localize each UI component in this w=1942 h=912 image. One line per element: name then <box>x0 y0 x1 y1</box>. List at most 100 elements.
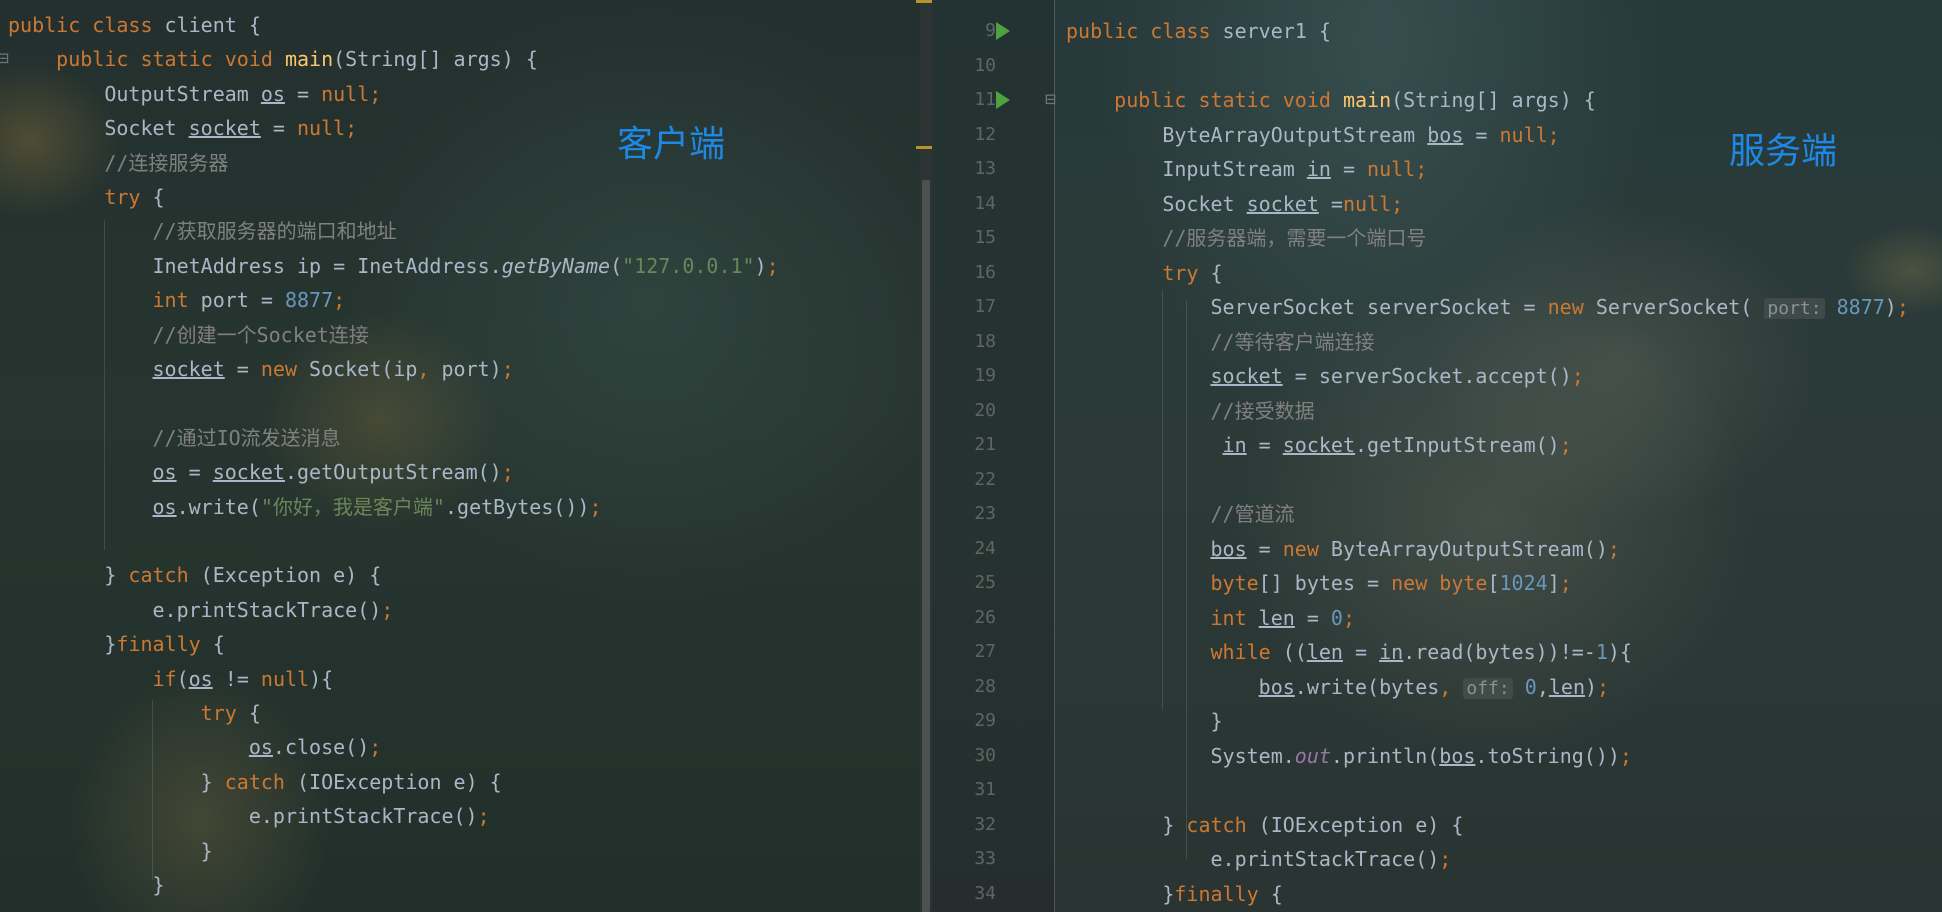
code-token: os <box>248 735 273 760</box>
code-line[interactable]: bos.write(bytes, off: 0,len); <box>1066 670 1609 704</box>
client-editor-pane[interactable]: public class client { public static void… <box>0 0 920 912</box>
code-line[interactable]: socket = new Socket(ip, port); <box>8 352 514 386</box>
code-line[interactable]: //通过IO流发送消息 <box>8 421 340 455</box>
code-token: //接受数据 <box>1066 398 1315 423</box>
server-editor-pane[interactable]: public class server1 { public static voi… <box>932 0 1942 912</box>
code-token: int <box>152 288 201 313</box>
code-line[interactable]: } <box>8 868 164 902</box>
code-token: //服务器端，需要一个端口号 <box>1066 226 1427 250</box>
code-line[interactable]: if(os != null){ <box>8 662 334 696</box>
code-line[interactable]: int len = 0; <box>1066 601 1356 635</box>
code-line[interactable]: public class server1 { <box>1066 14 1331 48</box>
code-line[interactable]: os.close(); <box>8 730 381 764</box>
run-gutter-icon[interactable] <box>996 22 1010 40</box>
code-token: os <box>188 666 213 691</box>
code-line[interactable]: } catch (IOException e) { <box>1066 808 1463 842</box>
code-line[interactable]: //管道流 <box>1066 497 1294 531</box>
code-line[interactable]: } <box>1066 704 1223 738</box>
code-token: ; <box>381 597 394 622</box>
code-line[interactable]: try { <box>8 696 261 730</box>
server-label: 服务端 <box>1729 131 1838 172</box>
code-line[interactable]: while ((len = in.read(bytes))!=-1){ <box>1066 635 1632 669</box>
line-number: 11 <box>974 89 996 110</box>
code-line[interactable]: } <box>8 834 213 868</box>
code-line[interactable]: ByteArrayOutputStream bos = null; <box>1066 118 1559 152</box>
code-line[interactable]: }finally { <box>8 627 224 661</box>
error-stripe-marker[interactable] <box>916 146 932 149</box>
code-token: ServerSocket( <box>1595 295 1765 319</box>
code-line[interactable]: //连接服务器 <box>8 146 228 180</box>
line-number: 17 <box>974 296 996 317</box>
code-line[interactable]: int port = 8877; <box>8 283 346 317</box>
code-line[interactable]: e.printStackTrace(); <box>8 593 393 627</box>
code-line[interactable]: OutputStream os = null; <box>8 77 381 111</box>
code-line[interactable]: //获取服务器的端口和地址 <box>8 214 396 248</box>
fold-marker-icon[interactable]: ⊟ <box>0 42 9 76</box>
run-gutter-icon[interactable] <box>996 91 1010 109</box>
code-token: ; <box>1559 571 1572 595</box>
code-line[interactable]: Socket socket = null; <box>8 111 357 145</box>
code-token: socket <box>152 357 225 381</box>
code-line[interactable]: try { <box>1066 256 1222 290</box>
code-line[interactable]: socket = serverSocket.accept(); <box>1066 359 1584 393</box>
parameter-hint: off: <box>1463 677 1513 699</box>
client-label: 客户端 <box>617 124 726 165</box>
code-token: null <box>1342 191 1392 216</box>
code-token: Socket <box>1066 191 1247 216</box>
code-token: bos <box>1427 122 1464 147</box>
code-line[interactable]: } catch (Exception e) { <box>8 558 381 592</box>
code-token: { <box>248 701 261 725</box>
code-token: try <box>1162 260 1211 285</box>
code-token: os <box>260 81 285 106</box>
code-token: = <box>1318 191 1343 216</box>
code-line[interactable]: //等待客户端连接 <box>1066 325 1374 359</box>
code-line[interactable]: e.printStackTrace(); <box>1066 842 1451 876</box>
code-token: { <box>152 185 165 209</box>
code-line[interactable]: InputStream in = null; <box>1066 152 1427 186</box>
code-line[interactable]: os.write("你好，我是客户端".getBytes()); <box>8 490 602 524</box>
code-token: .getOutputStream() <box>284 460 502 485</box>
code-line[interactable]: public static void main(String[] args) { <box>8 42 538 76</box>
code-line[interactable]: System.out.println(bos.toString()); <box>1066 739 1631 773</box>
code-line[interactable]: Socket socket =null; <box>1066 187 1403 221</box>
code-token: try <box>200 701 249 725</box>
line-number: 22 <box>974 468 996 490</box>
code-line[interactable]: InetAddress ip = InetAddress.getByName("… <box>8 249 778 283</box>
code-token: 0 <box>1524 674 1537 699</box>
code-line[interactable]: //创建一个Socket连接 <box>8 318 368 352</box>
code-line[interactable]: byte[] bytes = new byte[1024]; <box>1066 566 1572 600</box>
code-line[interactable]: os = socket.getOutputStream(); <box>8 455 514 489</box>
line-number: 12 <box>974 123 996 145</box>
code-line[interactable]: //接受数据 <box>1066 394 1315 428</box>
code-line[interactable]: }finally { <box>1066 877 1282 911</box>
code-token: int <box>1210 605 1259 630</box>
code-line[interactable]: //服务器端，需要一个端口号 <box>1066 221 1426 255</box>
code-token: ; <box>1607 536 1620 561</box>
code-token: ){ <box>309 666 334 691</box>
left-scrollbar-thumb[interactable] <box>922 180 930 912</box>
code-token: ; <box>501 460 514 485</box>
code-token: = <box>1246 536 1283 561</box>
fold-marker-icon[interactable]: ⊟ <box>1045 83 1056 117</box>
code-line[interactable]: public class client { <box>8 8 261 42</box>
code-token: (Exception e) { <box>200 563 382 588</box>
code-line[interactable]: in = socket.getInputStream(); <box>1066 428 1572 462</box>
code-token: ) <box>754 253 767 278</box>
error-stripe-marker[interactable] <box>916 0 932 3</box>
code-line[interactable]: public static void main(String[] args) { <box>1066 83 1596 117</box>
code-token: os <box>152 494 177 519</box>
line-number: 15 <box>974 227 996 248</box>
code-line[interactable]: try { <box>8 180 165 214</box>
code-line[interactable]: bos = new ByteArrayOutputStream(); <box>1066 532 1620 566</box>
code-token: != <box>212 666 261 691</box>
code-line[interactable]: ServerSocket serverSocket = new ServerSo… <box>1066 290 1909 324</box>
code-line[interactable]: e.printStackTrace(); <box>8 799 490 833</box>
code-token: } <box>1066 709 1223 733</box>
code-line[interactable]: } catch (IOException e) { <box>8 765 502 799</box>
code-token: byte <box>1210 571 1259 595</box>
code-token: OutputStream <box>8 81 261 106</box>
